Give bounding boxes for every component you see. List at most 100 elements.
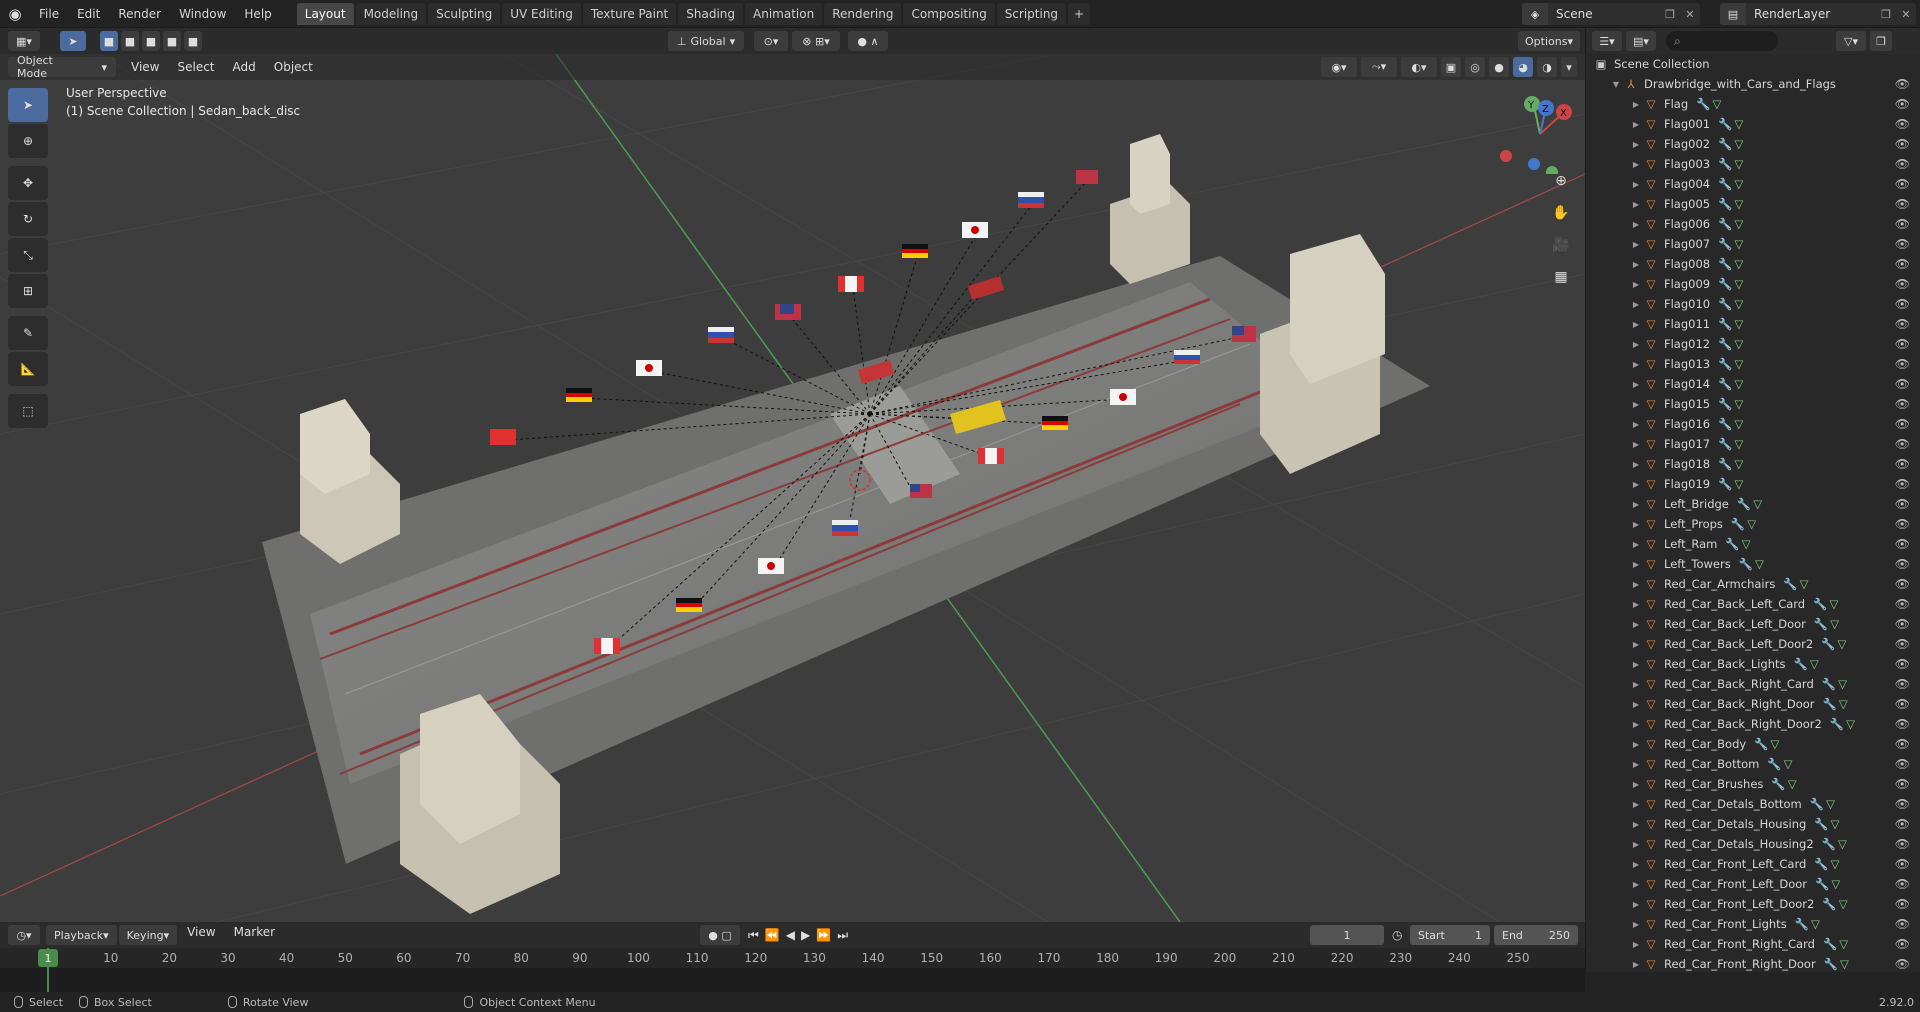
expand-arrow-icon[interactable]: ▶ (1630, 760, 1642, 769)
visibility-eye-icon[interactable]: 👁 (1895, 397, 1910, 411)
mesh-data-icon[interactable]: ▽ (1838, 637, 1847, 651)
outliner-row-red-car-detals-housing2[interactable]: ▶ ▽ Red_Car_Detals_Housing2 🔧 ▽ 👁 (1586, 834, 1920, 854)
outliner-row-red-car-detals-bottom[interactable]: ▶ ▽ Red_Car_Detals_Bottom 🔧 ▽ 👁 (1586, 794, 1920, 814)
viewport-menu-select[interactable]: Select (168, 60, 223, 74)
end-frame-field[interactable]: End 250 (1494, 925, 1578, 945)
mesh-data-icon[interactable]: ▽ (1788, 777, 1797, 791)
expand-arrow-icon[interactable]: ▶ (1630, 220, 1642, 229)
mesh-data-icon[interactable]: ▽ (1734, 337, 1743, 351)
tab-modeling[interactable]: Modeling (355, 2, 427, 25)
expand-arrow-icon[interactable]: ▶ (1630, 560, 1642, 569)
jump-start-icon[interactable]: ⏮ (748, 928, 759, 943)
rotate-tool-icon[interactable]: ↻ (8, 202, 48, 236)
outliner-row-flag001[interactable]: ▶ ▽ Flag001 🔧 ▽ 👁 (1586, 114, 1920, 134)
visibility-eye-icon[interactable]: 👁 (1895, 677, 1910, 691)
tab-scripting[interactable]: Scripting (996, 2, 1067, 25)
mesh-data-icon[interactable]: ▽ (1829, 597, 1838, 611)
outliner-row-red-car-back-left-card[interactable]: ▶ ▽ Red_Car_Back_Left_Card 🔧 ▽ 👁 (1586, 594, 1920, 614)
wrench-modifier-icon[interactable]: 🔧 (1822, 897, 1836, 911)
overlay-dropdown[interactable]: ◐▾ (1401, 57, 1437, 77)
visibility-eye-icon[interactable]: 👁 (1895, 717, 1910, 731)
outliner-row-flag015[interactable]: ▶ ▽ Flag015 🔧 ▽ 👁 (1586, 394, 1920, 414)
visibility-eye-icon[interactable]: 👁 (1895, 477, 1910, 491)
wrench-modifier-icon[interactable]: 🔧 (1783, 577, 1797, 591)
gizmo-dropdown[interactable]: ⤳▾ (1361, 57, 1397, 77)
mesh-data-icon[interactable]: ▽ (1734, 297, 1743, 311)
visibility-eye-icon[interactable]: 👁 (1895, 257, 1910, 271)
expand-arrow-icon[interactable]: ▶ (1630, 840, 1642, 849)
mesh-data-icon[interactable]: ▽ (1831, 857, 1840, 871)
outliner-row-red-car-front-left-door2[interactable]: ▶ ▽ Red_Car_Front_Left_Door2 🔧 ▽ 👁 (1586, 894, 1920, 914)
wrench-modifier-icon[interactable]: 🔧 (1814, 617, 1828, 631)
visibility-eye-icon[interactable]: 👁 (1895, 277, 1910, 291)
visibility-eye-icon[interactable]: 👁 (1895, 217, 1910, 231)
mesh-data-icon[interactable]: ▽ (1753, 497, 1762, 511)
expand-arrow-icon[interactable]: ▶ (1630, 140, 1642, 149)
annotate-tool-icon[interactable]: ✎ (8, 316, 48, 350)
outliner-row-red-car-back-right-card[interactable]: ▶ ▽ Red_Car_Back_Right_Card 🔧 ▽ 👁 (1586, 674, 1920, 694)
visibility-eye-icon[interactable]: 👁 (1895, 337, 1910, 351)
mesh-data-icon[interactable]: ▽ (1838, 677, 1847, 691)
wrench-modifier-icon[interactable]: 🔧 (1823, 937, 1837, 951)
mesh-data-icon[interactable]: ▽ (1755, 557, 1764, 571)
play-reverse-icon[interactable]: ◀ (786, 928, 795, 943)
expand-arrow-icon[interactable]: ▶ (1630, 120, 1642, 129)
visibility-eye-icon[interactable]: 👁 (1895, 517, 1910, 531)
mesh-data-icon[interactable]: ▽ (1734, 137, 1743, 151)
timeline-menu-marker[interactable]: Marker (226, 925, 283, 945)
menu-file[interactable]: File (30, 7, 68, 21)
visibility-eye-icon[interactable]: 👁 (1895, 77, 1910, 91)
wrench-modifier-icon[interactable]: 🔧 (1771, 777, 1785, 791)
visibility-eye-icon[interactable]: 👁 (1895, 437, 1910, 451)
outliner-row-flag012[interactable]: ▶ ▽ Flag012 🔧 ▽ 👁 (1586, 334, 1920, 354)
mesh-data-icon[interactable]: ▽ (1734, 317, 1743, 331)
cursor-tool-icon[interactable]: ⊕ (8, 124, 48, 158)
outliner-row-red-car-bottom[interactable]: ▶ ▽ Red_Car_Bottom 🔧 ▽ 👁 (1586, 754, 1920, 774)
outliner-row-red-car-armchairs[interactable]: ▶ ▽ Red_Car_Armchairs 🔧 ▽ 👁 (1586, 574, 1920, 594)
mesh-data-icon[interactable]: ▽ (1831, 877, 1840, 891)
outliner-row-left-towers[interactable]: ▶ ▽ Left_Towers 🔧 ▽ 👁 (1586, 554, 1920, 574)
wireframe-shading-icon[interactable]: ◎ (1465, 57, 1485, 77)
outliner-row-red-car-detals-housing[interactable]: ▶ ▽ Red_Car_Detals_Housing 🔧 ▽ 👁 (1586, 814, 1920, 834)
expand-arrow-icon[interactable]: ▶ (1630, 280, 1642, 289)
tab-sculpting[interactable]: Sculpting (428, 2, 501, 25)
frame-ruler[interactable]: 10 20 30 40 50 60 70 80 90 100 110 120 130 140 150 160 1… (0, 948, 1585, 968)
visibility-eye-icon[interactable]: 👁 (1895, 317, 1910, 331)
outliner-row-red-car-front-lights[interactable]: ▶ ▽ Red_Car_Front_Lights 🔧 ▽ 👁 (1586, 914, 1920, 934)
wrench-modifier-icon[interactable]: 🔧 (1814, 817, 1828, 831)
snap-dropdown[interactable]: ⊗ ⊞▾ (792, 31, 840, 51)
visibility-eye-icon[interactable]: 👁 (1895, 537, 1910, 551)
tab-shading[interactable]: Shading (678, 2, 743, 25)
wrench-modifier-icon[interactable]: 🔧 (1718, 117, 1732, 131)
mode-invert-icon[interactable]: ■ (163, 31, 181, 51)
measure-tool-icon[interactable]: 📐 (8, 352, 48, 386)
wrench-modifier-icon[interactable]: 🔧 (1822, 837, 1836, 851)
wrench-modifier-icon[interactable]: 🔧 (1794, 657, 1808, 671)
mesh-data-icon[interactable]: ▽ (1734, 177, 1743, 191)
expand-arrow-icon[interactable]: ▶ (1630, 360, 1642, 369)
wrench-modifier-icon[interactable]: 🔧 (1718, 257, 1732, 271)
menu-window[interactable]: Window (170, 7, 235, 21)
mesh-data-icon[interactable]: ▽ (1734, 277, 1743, 291)
expand-arrow-icon[interactable]: ▶ (1630, 640, 1642, 649)
viewport-menu-object[interactable]: Object (265, 60, 322, 74)
visibility-eye-icon[interactable]: 👁 (1895, 577, 1910, 591)
mesh-data-icon[interactable]: ▽ (1840, 957, 1849, 971)
close-icon[interactable]: ✕ (1896, 3, 1916, 25)
outliner-row-flag019[interactable]: ▶ ▽ Flag019 🔧 ▽ 👁 (1586, 474, 1920, 494)
mesh-data-icon[interactable]: ▽ (1839, 937, 1848, 951)
outliner-row-flag014[interactable]: ▶ ▽ Flag014 🔧 ▽ 👁 (1586, 374, 1920, 394)
render-shading-icon[interactable]: ◑ (1537, 57, 1557, 77)
visibility-eye-icon[interactable]: 👁 (1895, 957, 1910, 971)
mesh-data-icon[interactable]: ▽ (1734, 377, 1743, 391)
mesh-data-icon[interactable]: ▽ (1826, 797, 1835, 811)
outliner-row-red-car-front-left-card[interactable]: ▶ ▽ Red_Car_Front_Left_Card 🔧 ▽ 👁 (1586, 854, 1920, 874)
mesh-data-icon[interactable]: ▽ (1734, 197, 1743, 211)
visibility-dropdown[interactable]: ◉▾ (1321, 57, 1357, 77)
wrench-modifier-icon[interactable]: 🔧 (1718, 197, 1732, 211)
expand-arrow-icon[interactable]: ▶ (1630, 240, 1642, 249)
expand-arrow-icon[interactable]: ▶ (1630, 700, 1642, 709)
navigation-gizmo[interactable]: X Y Z (1500, 94, 1580, 174)
wrench-modifier-icon[interactable]: 🔧 (1767, 757, 1781, 771)
expand-arrow-icon[interactable]: ▶ (1630, 680, 1642, 689)
